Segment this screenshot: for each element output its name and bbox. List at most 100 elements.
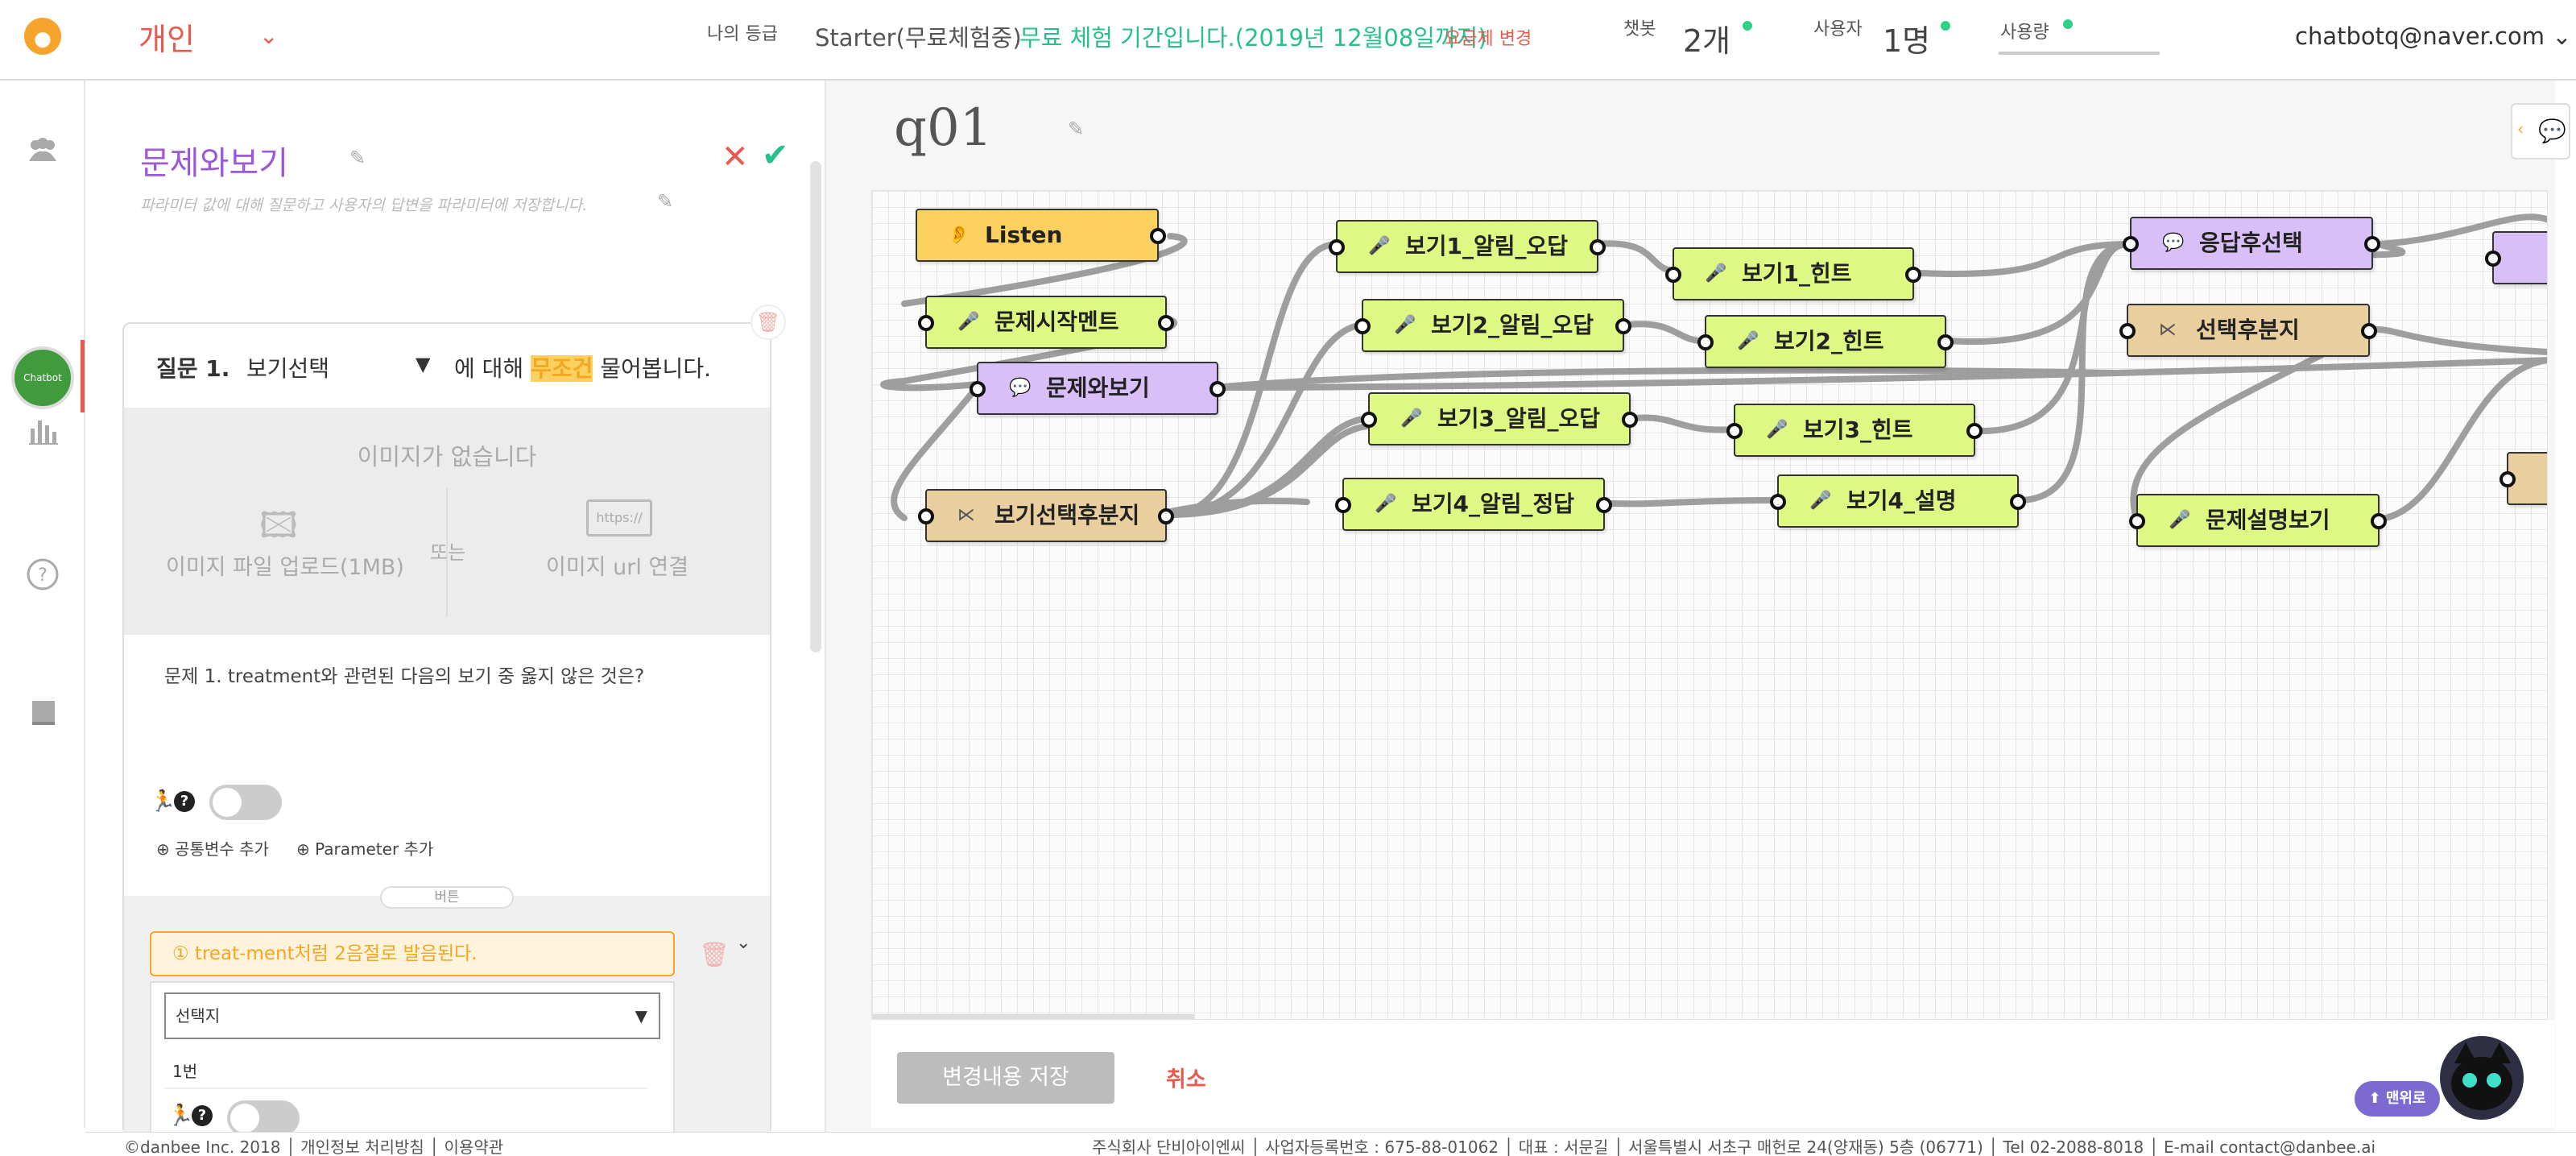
toggle-switch[interactable] [209,785,282,820]
node-intro[interactable]: 🎤 문제시작멘트 [918,296,1174,349]
input-port[interactable] [1726,423,1743,439]
chat-preview-toggle[interactable]: ‹ 💬 [2511,103,2570,160]
input-port[interactable] [970,381,986,397]
choice-select[interactable]: 선택지 ▼ [164,992,660,1039]
image-empty-label: 이미지가 없습니다 [357,443,537,470]
node-v3-hint[interactable]: 🎤 보기3_힌트 [1726,404,1983,457]
edit-subtitle-icon[interactable]: ✎ [657,190,673,213]
edit-title-icon[interactable]: ✎ [349,147,366,169]
edit-page-title-icon[interactable]: ✎ [1068,118,1084,140]
output-port[interactable] [1596,497,1612,513]
node-v4-explain[interactable]: 🎤 보기4_설명 [1770,474,2026,528]
node-after-answer[interactable]: 💬 응답후선택 [2123,217,2380,270]
input-port[interactable] [1770,494,1786,510]
mic-icon: 🎤 [1375,494,1397,514]
flow-canvas[interactable]: 👂 Listen 🎤 문제시작멘트 💬 문제와보기 ⋉ 보기선택후분지 🎤 보기1_알림_… [871,190,2548,1020]
branch-icon: ⋉ [957,505,975,525]
output-port[interactable] [1158,315,1174,331]
chatbot-mascot-icon[interactable] [2440,1036,2524,1120]
output-port[interactable] [1150,228,1166,244]
output-port[interactable] [1622,412,1638,428]
node-v4-right[interactable]: 🎤 보기4_알림_정답 [1335,478,1612,531]
dropdown-arrow-icon[interactable]: ▼ [416,353,430,375]
input-port[interactable] [918,315,934,331]
output-port[interactable] [2010,494,2026,510]
node-branch-choice[interactable]: ⋉ 보기선택후분지 [918,489,1174,542]
condition-select[interactable]: 무조건 [531,355,593,382]
node-v3-wrong[interactable]: 🎤 보기3_알림_오답 [1361,392,1638,445]
node-explain[interactable]: 🎤 문제설명보기 [2129,494,2387,547]
question-text[interactable]: 문제 1. treatment와 관련된 다음의 보기 중 옳지 않은 것은? [164,661,644,688]
node-listen[interactable]: 👂 Listen [916,209,1166,262]
footer: ©danbee Inc. 2018 │ 개인정보 처리방침 │ 이용약관 주식회… [85,1132,2576,1156]
input-port[interactable] [2119,323,2136,339]
cancel-button[interactable]: 취소 [1166,1062,1206,1093]
canvas-scrollbar[interactable] [872,1014,1194,1019]
toggle-switch[interactable] [227,1100,300,1132]
node-v1-hint[interactable]: 🎤 보기1_힌트 [1665,247,1921,300]
help-icon[interactable]: ? [192,1105,213,1126]
workspace-selector[interactable]: 개인 [139,15,195,59]
status-dot [2063,19,2073,29]
input-port[interactable] [2500,471,2516,487]
question-param-select[interactable]: 보기선택 [246,351,329,383]
output-port[interactable] [2371,513,2387,529]
input-port[interactable] [1335,497,1351,513]
output-port[interactable] [1615,318,1631,334]
output-port[interactable] [1590,239,1606,255]
chart-icon[interactable] [26,414,60,448]
people-icon[interactable] [26,134,60,168]
output-port[interactable] [1209,381,1226,397]
account-menu[interactable]: chatbotq@naver.com ⌄ [2295,23,2572,50]
book-icon[interactable] [26,696,60,730]
output-port[interactable] [2364,236,2380,252]
chevron-down-icon[interactable]: ⌄ [736,933,750,953]
output-port[interactable] [1158,508,1174,524]
node-branch-after[interactable]: ⋉ 선택후분지 [2119,304,2377,357]
input-port[interactable] [2129,513,2145,529]
input-port[interactable] [1354,318,1371,334]
node-offscreen-branch[interactable] [2500,452,2547,505]
output-port[interactable] [1966,423,1983,439]
input-port[interactable] [918,508,934,524]
mic-icon: 🎤 [1809,491,1832,511]
node-question-view[interactable]: 💬 문제와보기 [970,362,1226,415]
input-port[interactable] [2123,236,2139,252]
add-parameter-button[interactable]: ⊕ Parameter 추가 [296,836,433,860]
node-offscreen-chat[interactable] [2485,231,2547,284]
logo-icon[interactable] [24,18,61,55]
save-button[interactable]: 변경내용 저장 [897,1052,1114,1104]
trash-icon[interactable]: 🗑 [750,305,786,340]
footer-left[interactable]: ©danbee Inc. 2018 │ 개인정보 처리방침 │ 이용약관 [124,1134,503,1156]
image-url-link[interactable]: 이미지 url 연결 [546,549,688,581]
add-common-variable-button[interactable]: ⊕ 공통변수 추가 [156,836,269,860]
help-icon[interactable]: ? [174,791,195,812]
input-port[interactable] [2485,251,2501,267]
input-port[interactable] [1665,267,1681,283]
scroll-top-button[interactable]: ⬆ 맨위로 [2355,1081,2440,1117]
top-bar: 개인 ⌄ 나의 등급 Starter(무료체험중) 무료 체험 기간입니다.(2… [0,0,2576,81]
close-icon[interactable]: ✕ [722,139,749,176]
image-upload-link[interactable]: 이미지 파일 업로드(1MB) [166,549,404,581]
trash-icon[interactable]: 🗑 [699,941,730,969]
chatbot-avatar[interactable]: Chatbot [11,346,74,409]
node-v2-wrong[interactable]: 🎤 보기2_알림_오답 [1354,299,1631,352]
chat-icon: 💬 [1009,378,1032,398]
input-port[interactable] [1361,412,1377,428]
input-port[interactable] [1329,239,1345,255]
url-icon[interactable]: https:// [586,499,652,537]
node-v2-hint[interactable]: 🎤 보기2_힌트 [1697,315,1954,368]
confirm-icon[interactable]: ✔ [762,137,789,174]
output-port[interactable] [2361,323,2377,339]
help-icon[interactable]: ? [26,557,60,591]
answer-button-input[interactable]: ① treat-ment처럼 2음절로 발음된다. [150,931,675,976]
active-indicator [81,340,85,412]
output-port[interactable] [1937,334,1954,350]
node-v1-wrong[interactable]: 🎤 보기1_알림_오답 [1329,220,1606,273]
button-section: 버튼 ① treat-ment처럼 2음절로 발음된다. 🗑 ⌄ 선택지 ▼ 1번… [124,886,770,1132]
chevron-down-icon[interactable]: ⌄ [259,23,278,49]
panel-scrollbar[interactable] [810,161,821,653]
plan-change-link[interactable]: 요금제 변경 [1445,24,1532,50]
input-port[interactable] [1697,334,1714,350]
output-port[interactable] [1905,267,1921,283]
